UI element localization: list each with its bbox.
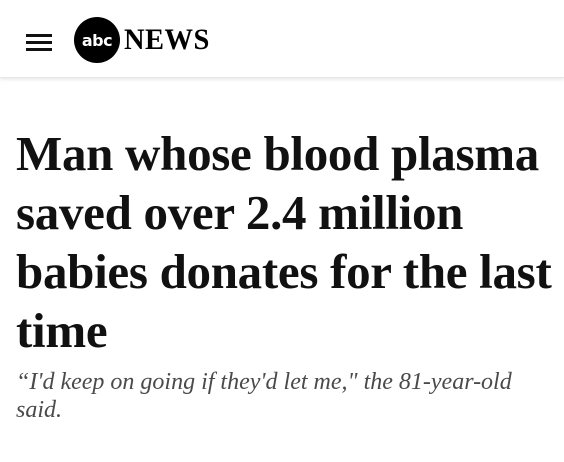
site-header: abc NEWS: [0, 0, 564, 78]
menu-bar: [26, 34, 52, 37]
hamburger-menu-icon[interactable]: [26, 32, 52, 54]
article-subheadline: “I'd keep on going if they'd let me," th…: [16, 369, 512, 423]
news-wordmark: NEWS: [124, 23, 210, 56]
article-headline: Man whose blood plasma saved over 2.4 mi…: [16, 126, 552, 358]
abc-news-logo[interactable]: abc NEWS: [74, 17, 214, 63]
menu-bar: [26, 41, 52, 44]
abc-logo-badge: abc: [74, 17, 120, 63]
menu-bar: [26, 48, 52, 51]
